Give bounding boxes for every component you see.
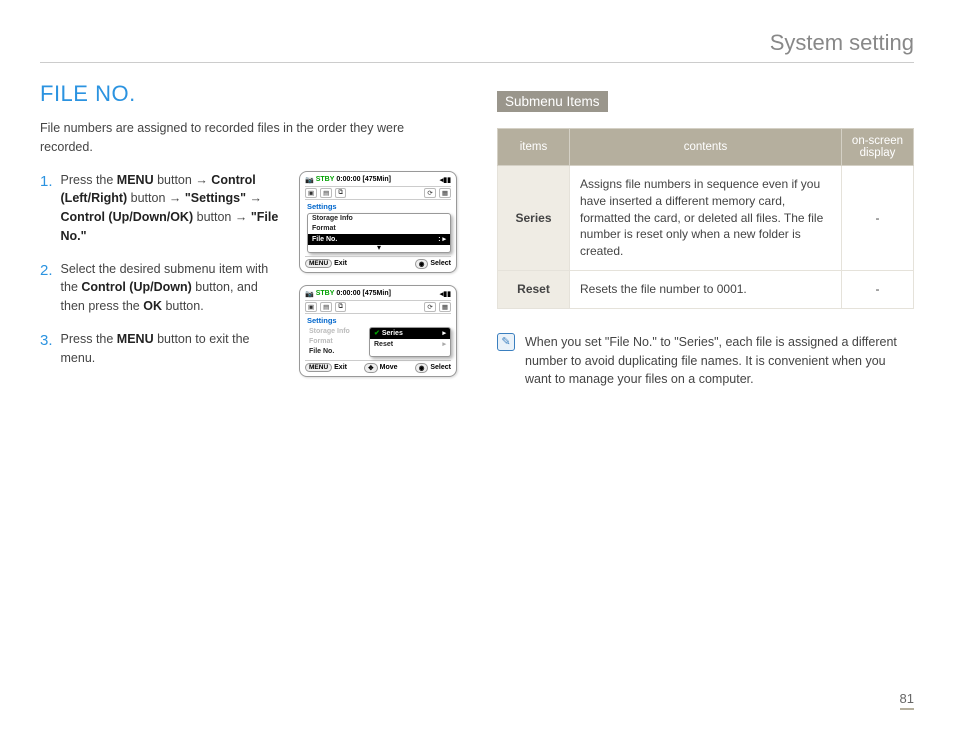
right-column: Submenu Items items contents on-screen d… [497, 81, 914, 389]
intro-text: File numbers are assigned to recorded fi… [40, 119, 457, 157]
th-contents: contents [570, 129, 842, 166]
select-label: Select [430, 260, 451, 267]
step-text: Press the [61, 173, 117, 187]
battery-icon: ◂▮▮ [440, 290, 451, 298]
th-display: on-screen display [842, 129, 914, 166]
menu-dropdown: Storage Info Format File No. : ▸ ▾ [307, 213, 451, 253]
menu-button: MENU [305, 259, 332, 268]
stby-label: STBY [316, 176, 335, 183]
step-number: 3. [40, 330, 53, 368]
note-row: ✎ When you set "File No." to "Series", e… [497, 333, 914, 389]
menu-item: Storage Info [307, 327, 363, 337]
cell-content: Resets the file number to 0001. [570, 270, 842, 308]
submenu-label: Reset [374, 341, 393, 348]
table-row: Series Assigns file numbers in sequence … [498, 166, 914, 271]
bold-text: MENU [117, 173, 154, 187]
rec-icon: ▣ [305, 302, 317, 312]
note-text: When you set "File No." to "Series", eac… [525, 333, 914, 389]
card-icon: ▤ [320, 188, 332, 198]
step-text: button [127, 191, 169, 205]
step-number: 1. [40, 171, 53, 246]
remain-label: [475Min] [363, 176, 391, 183]
screenshot-2: 📷 STBY 0:00:00 [475Min] ◂▮▮ ▣ ▤ ⧉ ⟳ ▦ Se… [299, 285, 457, 377]
stby-label: STBY [316, 290, 335, 297]
cell-item: Series [498, 166, 570, 271]
select-label: Select [430, 364, 451, 371]
menu-item: Format [308, 224, 450, 234]
arrow-icon: → [169, 191, 182, 205]
menu-item: File No. [307, 347, 363, 357]
submenu-item-selected: ✔ Series ▸ [370, 328, 450, 339]
res-icon: ⧉ [335, 188, 346, 198]
cell-display: - [842, 166, 914, 271]
joystick-icon: ✥ [364, 363, 377, 373]
remain-label: [475Min] [363, 290, 391, 297]
cell-content: Assigns file numbers in sequence even if… [570, 166, 842, 271]
camera-icon: 📷 [305, 290, 314, 298]
bold-text: OK [143, 299, 162, 313]
menu-item-label: File No. [312, 236, 337, 243]
menu-item: Format [307, 337, 363, 347]
table-row: Reset Resets the file number to 0001. - [498, 270, 914, 308]
time-label: 0:00:00 [336, 290, 360, 297]
screenshot-1: 📷 STBY 0:00:00 [475Min] ◂▮▮ ▣ ▤ ⧉ ⟳ ▦ Se… [299, 171, 457, 273]
screenshot-column: 📷 STBY 0:00:00 [475Min] ◂▮▮ ▣ ▤ ⧉ ⟳ ▦ Se… [299, 171, 457, 377]
bold-text: MENU [117, 332, 154, 346]
note-icon: ✎ [497, 333, 515, 351]
section-title: FILE NO. [40, 81, 457, 107]
step-text: Press the [61, 332, 117, 346]
cell-display: - [842, 270, 914, 308]
card-icon: ▤ [320, 302, 332, 312]
arrow-icon: → [235, 210, 248, 224]
cell-item: Reset [498, 270, 570, 308]
time-label: 0:00:00 [336, 176, 360, 183]
submenu-heading: Submenu Items [497, 91, 608, 112]
submenu-label: Series [382, 330, 403, 337]
mode2-icon: ▦ [439, 188, 451, 198]
submenu-item: Reset ▸ [370, 339, 450, 350]
th-items: items [498, 129, 570, 166]
left-column: FILE NO. File numbers are assigned to re… [40, 81, 457, 389]
settings-label: Settings [307, 202, 451, 211]
arrow-icon: → [195, 173, 208, 187]
submenu-table: items contents on-screen display Series … [497, 128, 914, 309]
joystick-icon: ◉ [415, 259, 429, 269]
ok-icon: ◉ [415, 363, 429, 373]
camera-icon: 📷 [305, 176, 314, 184]
menu-left-col: Storage Info Format File No. [307, 327, 363, 357]
step-text: button. [162, 299, 204, 313]
step-number: 2. [40, 260, 53, 316]
step-text: button [193, 210, 235, 224]
steps-list: 1. Press the MENU button → Control (Left… [40, 171, 283, 382]
page-header: System setting [40, 30, 914, 63]
exit-label: Exit [334, 364, 347, 371]
submenu-dropdown: ✔ Series ▸ Reset ▸ [369, 327, 451, 357]
mode-icon: ⟳ [424, 188, 435, 198]
page-number: 81 [900, 691, 914, 710]
bold-text: "Settings" [181, 191, 249, 205]
menu-button: MENU [305, 363, 332, 372]
menu-item: Storage Info [308, 214, 450, 224]
chevron-down-icon: ▾ [308, 245, 450, 252]
bold-text: Control (Up/Down) [81, 280, 191, 294]
settings-label: Settings [307, 316, 451, 325]
battery-icon: ◂▮▮ [440, 176, 451, 184]
step-text: button [154, 173, 196, 187]
bold-text: Control (Up/Down/OK) [61, 210, 194, 224]
move-label: Move [380, 364, 398, 371]
mode2-icon: ▦ [439, 302, 451, 312]
res-icon: ⧉ [335, 302, 346, 312]
arrow-icon: → [249, 191, 262, 205]
rec-icon: ▣ [305, 188, 317, 198]
mode-icon: ⟳ [424, 302, 435, 312]
exit-label: Exit [334, 260, 347, 267]
